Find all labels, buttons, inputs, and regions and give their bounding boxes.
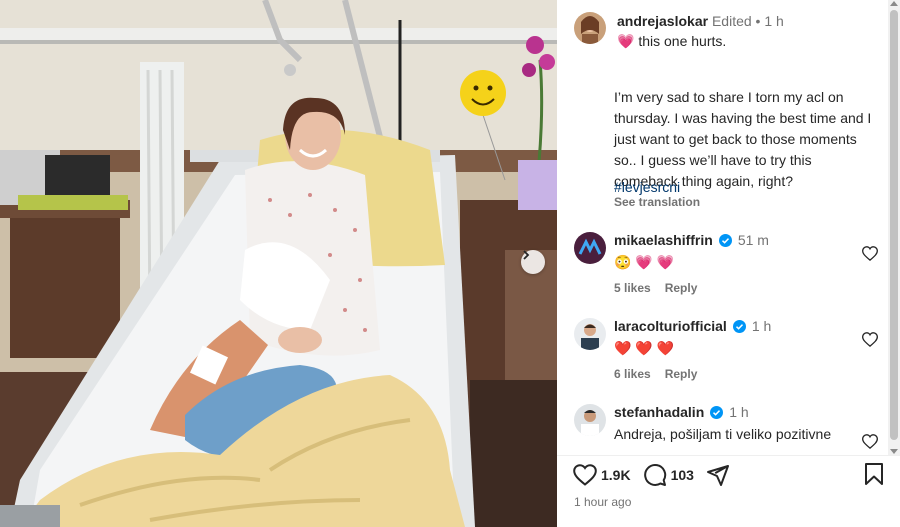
scroll-up-icon[interactable]	[890, 1, 898, 6]
save-action	[864, 462, 884, 491]
verified-badge-icon	[710, 405, 724, 419]
share-action	[706, 463, 730, 487]
comment-actions: 6 likes Reply	[614, 367, 697, 381]
author-username[interactable]: andrejaslokar	[617, 13, 708, 29]
posted-time-ago[interactable]: 1 hour ago	[574, 495, 631, 509]
post-header: andrejaslokar Edited • 1 h	[617, 13, 784, 29]
post-timestamp[interactable]: 1 h	[764, 13, 783, 29]
like-action: 1.9K	[573, 464, 631, 486]
caption-first-line: 💗 this one hurts.	[617, 33, 726, 50]
heart-outline-icon[interactable]	[573, 464, 597, 486]
comment-likes[interactable]: 5 likes	[614, 281, 651, 295]
edited-label: Edited	[711, 13, 752, 29]
commenter-username[interactable]: mikaelashiffrin	[614, 232, 713, 248]
commenter-avatar[interactable]	[574, 318, 606, 350]
comment-text: ❤️ ❤️ ❤️	[614, 340, 675, 356]
comment-time: 1 h	[751, 318, 772, 334]
reply-button[interactable]: Reply	[665, 281, 698, 295]
hospital-photo-illustration	[0, 0, 557, 527]
comment-header: stefanhadalin 1 h	[614, 404, 749, 420]
comment-action: 103	[643, 463, 694, 487]
actions-divider	[557, 455, 900, 456]
caption-body: I’m very sad to share I torn my acl on t…	[614, 89, 872, 189]
commenter-avatar[interactable]	[574, 232, 606, 264]
scrollbar-thumb[interactable]	[890, 10, 898, 440]
comments-scrollbar[interactable]	[888, 0, 900, 455]
caption-first-text: this one hurts.	[638, 33, 727, 49]
chevron-right-icon	[523, 250, 530, 260]
heart-emoji: 💗	[617, 33, 635, 49]
bookmark-icon[interactable]	[864, 462, 884, 486]
commenter-avatar[interactable]	[574, 404, 606, 436]
scroll-down-icon[interactable]	[890, 449, 898, 454]
comment-item: laracolturiofficial 1 h ❤️ ❤️ ❤️ 6 likes…	[574, 318, 884, 381]
commenter-username[interactable]: stefanhadalin	[614, 404, 704, 420]
comment-like-heart-icon[interactable]	[862, 246, 878, 261]
comment-header: laracolturiofficial 1 h	[614, 318, 771, 334]
verified-badge-icon	[732, 319, 746, 333]
see-translation-button[interactable]: See translation	[614, 195, 700, 209]
reply-button[interactable]: Reply	[665, 367, 698, 381]
comment-text: Andreja, pošiljam ti veliko pozitivne	[614, 426, 832, 442]
post-action-bar: 1.9K 103	[573, 462, 888, 488]
comment-like-heart-icon[interactable]	[862, 434, 878, 449]
comment-time: 51 m	[737, 232, 769, 248]
likes-count[interactable]: 1.9K	[601, 467, 631, 483]
commenter-username[interactable]: laracolturiofficial	[614, 318, 727, 334]
comment-item: mikaelashiffrin 51 m 😳 💗 💗 5 likes Reply	[574, 232, 884, 295]
comment-like-heart-icon[interactable]	[862, 332, 878, 347]
meta-separator: •	[755, 13, 761, 29]
author-avatar[interactable]	[574, 12, 606, 44]
comment-likes[interactable]: 6 likes	[614, 367, 651, 381]
comment-text: 😳 💗 💗	[614, 254, 675, 270]
comment-item: stefanhadalin 1 h Andreja, pošiljam ti v…	[574, 404, 884, 454]
comment-header: mikaelashiffrin 51 m	[614, 232, 769, 248]
hashtag-link[interactable]: #levjesrcni	[614, 179, 680, 195]
comment-time: 1 h	[729, 404, 749, 420]
speech-bubble-icon[interactable]	[643, 463, 667, 487]
paper-plane-icon[interactable]	[706, 463, 730, 487]
comment-actions: 5 likes Reply	[614, 281, 697, 295]
post-photo[interactable]	[0, 0, 557, 527]
carousel-next-button[interactable]	[521, 250, 545, 274]
comments-count[interactable]: 103	[671, 467, 694, 483]
verified-badge-icon	[718, 233, 732, 247]
